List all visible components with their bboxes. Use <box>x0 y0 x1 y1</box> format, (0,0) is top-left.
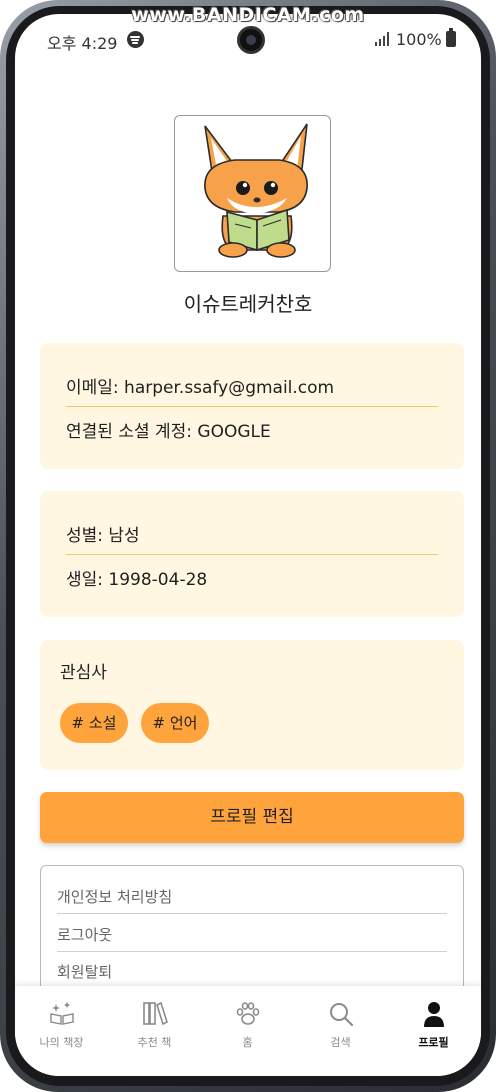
battery-percent: 100% <box>396 30 442 49</box>
signal-icon <box>375 32 391 46</box>
nav-label: 나의 책장 <box>39 1036 84 1049</box>
nav-item-home[interactable]: 홈 <box>201 986 294 1076</box>
search-icon <box>330 1003 354 1027</box>
withdraw-item[interactable]: 회원탈퇴 <box>57 961 112 982</box>
nav-item-recommended-books[interactable]: 추천 책 <box>108 986 201 1076</box>
social-account-line: 연결된 소셜 계정: GOOGLE <box>66 422 271 442</box>
interest-tag[interactable]: # 언어 <box>141 703 209 743</box>
nav-label: 검색 <box>330 1036 351 1049</box>
battery-icon <box>446 28 456 47</box>
books-icon <box>143 1001 168 1026</box>
bookshelf-sparkle-icon <box>50 1002 74 1025</box>
bottom-navigation: 나의 책장 추천 책 홈 검색 프로필 <box>15 986 481 1076</box>
account-info-card: 이메일: harper.ssafy@gmail.com 연결된 소셜 계정: G… <box>40 343 464 469</box>
person-icon <box>424 1002 444 1027</box>
privacy-policy-item[interactable]: 개인정보 처리방침 <box>57 886 172 907</box>
gender-line: 성별: 남성 <box>66 526 140 546</box>
nav-item-search[interactable]: 검색 <box>294 986 387 1076</box>
interests-title: 관심사 <box>60 663 107 683</box>
personal-info-card: 성별: 남성 생일: 1998-04-28 <box>40 491 464 617</box>
profile-avatar <box>174 115 331 272</box>
birthdate-line: 생일: 1998-04-28 <box>66 570 208 590</box>
status-time: 오후 4:29 <box>47 34 118 53</box>
nav-label: 홈 <box>242 1036 253 1049</box>
interests-card: 관심사 # 소설 # 언어 <box>40 640 464 770</box>
nav-label: 추천 책 <box>137 1036 172 1049</box>
nav-item-profile[interactable]: 프로필 <box>387 986 480 1076</box>
card-divider <box>66 406 438 407</box>
nav-item-my-bookshelf[interactable]: 나의 책장 <box>15 986 108 1076</box>
interest-tag[interactable]: # 소설 <box>60 703 128 743</box>
spotify-icon <box>127 31 144 48</box>
fox-reading-book-illustration <box>204 123 308 258</box>
recording-watermark: www.BANDICAM.com <box>131 4 365 26</box>
profile-username: 이슈트레커찬호 <box>183 292 313 316</box>
paw-icon <box>236 1002 260 1025</box>
logout-item[interactable]: 로그아웃 <box>57 924 112 945</box>
menu-divider <box>57 913 447 914</box>
menu-divider <box>57 951 447 952</box>
email-line: 이메일: harper.ssafy@gmail.com <box>66 378 335 398</box>
app-screen: 오후 4:29 100% 이슈트레커찬호 이메일: harper.ssafy@g… <box>15 14 481 1076</box>
card-divider <box>66 554 438 555</box>
front-camera <box>237 26 265 54</box>
nav-label: 프로필 <box>418 1036 449 1049</box>
edit-profile-button[interactable]: 프로필 편집 <box>40 792 464 843</box>
